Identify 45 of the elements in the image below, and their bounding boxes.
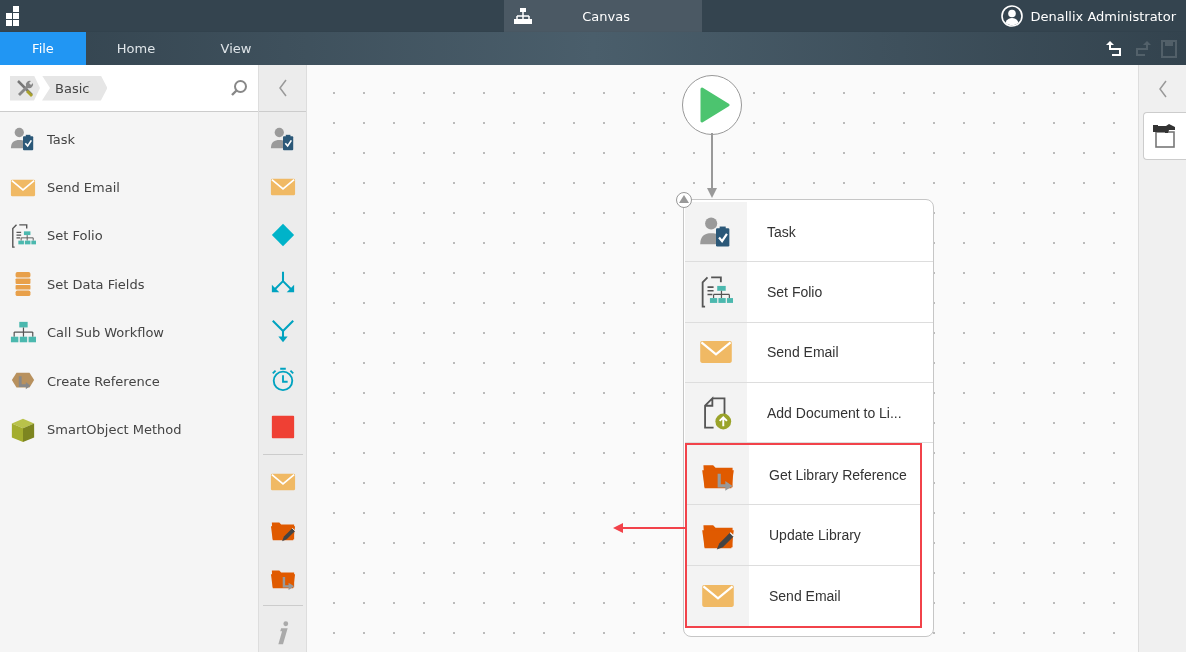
chevron-left-icon — [277, 79, 288, 97]
hand-box-icon — [1153, 123, 1177, 149]
tools-icon — [15, 78, 35, 98]
workflow-step[interactable]: Get Library Reference — [687, 445, 920, 506]
undo-icon[interactable] — [1106, 39, 1124, 58]
workflow-step[interactable]: Send Email — [687, 565, 920, 627]
workflow-step[interactable]: Set Folio — [685, 262, 933, 323]
breadcrumb-home[interactable] — [10, 75, 40, 101]
workflow-step[interactable]: Add Document to Li... — [685, 382, 933, 444]
document-hierarchy-icon — [10, 222, 36, 249]
toolbox-item[interactable]: SmartObject Method — [0, 405, 258, 454]
document-hierarchy-icon — [699, 274, 733, 309]
user-avatar-icon — [1000, 5, 1023, 27]
toolbox-item[interactable]: Call Sub Workflow — [0, 308, 258, 357]
collapse-group-button[interactable] — [676, 192, 692, 208]
panel-tab[interactable] — [1143, 112, 1186, 160]
document-title: Canvas — [582, 8, 630, 24]
hierarchy-icon — [514, 8, 533, 24]
document-tab[interactable]: Canvas — [504, 0, 703, 32]
start-node[interactable] — [682, 75, 742, 135]
toolbox-item[interactable]: Task — [0, 115, 258, 164]
stopwatch-icon[interactable] — [269, 366, 296, 392]
workflow-step[interactable]: Update Library — [687, 505, 920, 566]
toolbox-item[interactable]: Set Data Fields — [0, 260, 258, 309]
user-menu[interactable]: Denallix Administrator — [1000, 5, 1186, 27]
connector-arrow — [707, 133, 717, 199]
breadcrumb-item[interactable]: Basic — [42, 75, 108, 101]
cube-icon — [10, 416, 36, 443]
play-icon — [700, 87, 730, 123]
user-name: Denallix Administrator — [1030, 8, 1176, 24]
person-clipboard-icon — [10, 126, 36, 153]
workflow-step[interactable]: Task — [685, 202, 933, 263]
merge-arrow-icon[interactable] — [269, 318, 296, 344]
diamond-icon[interactable] — [269, 222, 296, 248]
search-icon[interactable] — [230, 79, 248, 97]
ribbon-tab[interactable]: Home — [86, 32, 186, 65]
square-icon[interactable] — [269, 414, 296, 440]
ribbon-tab[interactable]: View — [186, 32, 286, 65]
triangle-up-icon — [679, 195, 689, 203]
toolbox-item[interactable]: Send Email — [0, 163, 258, 212]
toolbox-item[interactable]: Create Reference — [0, 356, 258, 406]
toolbox-item[interactable]: Set Folio — [0, 211, 258, 261]
workflow-step[interactable]: Send Email — [685, 322, 933, 383]
chevron-left-icon — [1157, 79, 1168, 98]
person-clipboard-icon[interactable] — [269, 126, 296, 152]
